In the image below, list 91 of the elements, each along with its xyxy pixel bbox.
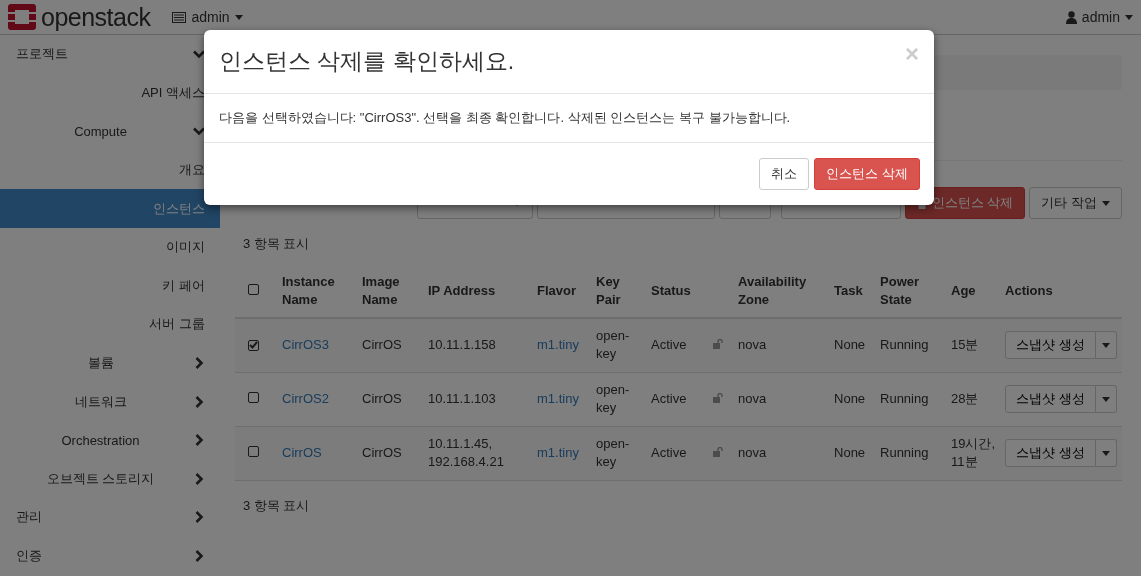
unlocked-icon: [713, 447, 723, 458]
chevron-right-icon: [193, 357, 205, 370]
project-icon: [172, 11, 187, 23]
column-header: Age: [951, 283, 976, 298]
sidebar-item[interactable]: 볼륨: [0, 343, 220, 383]
cancel-button[interactable]: 취소: [759, 158, 810, 190]
table-cell: None: [834, 391, 866, 406]
table-cell: 10.11.1.45, 192.168.4.21: [428, 436, 504, 470]
actions-dropdown-button[interactable]: [1095, 385, 1117, 413]
chevron-right-icon: [193, 511, 205, 524]
unlocked-icon: [713, 339, 723, 350]
user-icon: [1065, 10, 1077, 24]
table-cell: Active: [651, 337, 687, 353]
create-snapshot-button[interactable]: 스냅샷 생성: [1005, 331, 1096, 360]
chevron-right-icon: [193, 472, 205, 485]
more-actions-button[interactable]: 기타 작업: [1029, 187, 1122, 219]
caret-icon: [1101, 342, 1110, 348]
sidebar-item[interactable]: 오브젝트 스토리지: [0, 459, 220, 499]
table-cell: None: [834, 337, 866, 353]
flavor-link[interactable]: m1.tiny: [537, 445, 579, 461]
create-snapshot-button[interactable]: 스냅샷 생성: [1005, 385, 1096, 413]
sidebar-item[interactable]: Orchestration: [0, 420, 220, 460]
caret-icon: [1102, 200, 1110, 206]
table-cell: Running: [880, 391, 929, 406]
table-cell: 28분: [951, 391, 979, 406]
table-cell: CirrOS: [362, 391, 402, 406]
table-cell: CirrOS: [362, 337, 402, 353]
flavor-link[interactable]: m1.tiny: [537, 391, 579, 406]
column-header: Image Name: [362, 274, 400, 307]
user-menu[interactable]: admin: [1065, 9, 1133, 25]
column-header: Key Pair: [596, 274, 621, 307]
table-cell: Running: [880, 337, 929, 353]
caret-icon: [1101, 396, 1110, 402]
table-cell: 10.11.1.158: [428, 337, 496, 353]
actions-dropdown-button[interactable]: [1095, 439, 1117, 468]
column-header: Task: [834, 283, 863, 298]
item-count: 3 항목 표시: [242, 235, 311, 253]
sidebar-item[interactable]: 관리: [0, 498, 220, 537]
table-cell: Active: [651, 391, 687, 406]
caret-icon: [1101, 450, 1110, 456]
table-cell: open-key: [596, 436, 630, 470]
table-cell: Running: [880, 445, 929, 461]
confirm-delete-button[interactable]: 인스턴스 삭제: [814, 158, 920, 190]
chevron-down-icon: [193, 48, 205, 61]
dialog-title: 인스턴스 삭제를 확인하세요.: [219, 47, 516, 76]
instance-link[interactable]: CirrOS2: [282, 391, 329, 406]
column-header: Availability Zone: [738, 274, 807, 307]
column-header: Status: [651, 283, 691, 298]
table-cell: 10.11.1.103: [428, 391, 496, 406]
column-header: Power State: [880, 274, 920, 307]
table-cell: open-key: [596, 328, 630, 362]
column-header: Actions: [1005, 283, 1053, 298]
create-snapshot-button[interactable]: 스냅샷 생성: [1005, 439, 1096, 468]
instance-link[interactable]: CirrOS3: [282, 337, 329, 353]
table-cell: nova: [738, 445, 767, 461]
chevron-right-icon: [193, 395, 205, 408]
sidebar-item[interactable]: 서버 그룹: [0, 305, 220, 344]
item-count: 3 항목 표시: [235, 480, 1122, 527]
table-cell: None: [834, 445, 866, 461]
table-cell: nova: [738, 337, 767, 353]
column-header: Instance Name: [282, 274, 335, 307]
actions-dropdown-button[interactable]: [1095, 331, 1117, 360]
column-header: IP Address: [428, 283, 496, 298]
sidebar-item[interactable]: 인스턴스: [0, 189, 220, 228]
column-header: Flavor: [537, 283, 576, 298]
chevron-right-icon: [193, 550, 205, 562]
sidebar-item[interactable]: 네트워크: [0, 382, 220, 421]
instance-link[interactable]: CirrOS: [282, 445, 322, 461]
dialog-message: 다음을 선택하였습니다: "CirrOS3". 선택을 최종 확인합니다. 삭제된 인스턴스는 복구 불가능합니다.: [204, 94, 934, 143]
caret-icon: [1125, 14, 1133, 20]
project-menu[interactable]: admin: [172, 9, 243, 25]
sidebar-item[interactable]: 인증: [0, 536, 220, 576]
table-cell: nova: [738, 391, 767, 406]
row-checkbox[interactable]: [248, 392, 259, 403]
row-checkbox[interactable]: [248, 446, 259, 458]
row-checkbox[interactable]: [248, 339, 259, 351]
logo-icon: [8, 4, 36, 30]
table-cell: CirrOS: [362, 445, 402, 461]
table-cell: Active: [651, 445, 687, 461]
chevron-down-icon: [193, 125, 205, 138]
flavor-link[interactable]: m1.tiny: [537, 337, 579, 353]
table-cell: 15분: [951, 337, 979, 353]
caret-icon: [234, 14, 243, 20]
logo-text: openstack: [41, 2, 151, 32]
table-cell: 19시간, 11분: [951, 436, 996, 470]
chevron-right-icon: [193, 434, 205, 447]
sidebar-item[interactable]: 키 페어: [0, 266, 220, 306]
sidebar-item[interactable]: 프로젝트: [0, 35, 220, 74]
table-cell: open-key: [596, 382, 630, 415]
select-all-checkbox[interactable]: [248, 284, 259, 295]
unlocked-icon: [713, 393, 723, 403]
